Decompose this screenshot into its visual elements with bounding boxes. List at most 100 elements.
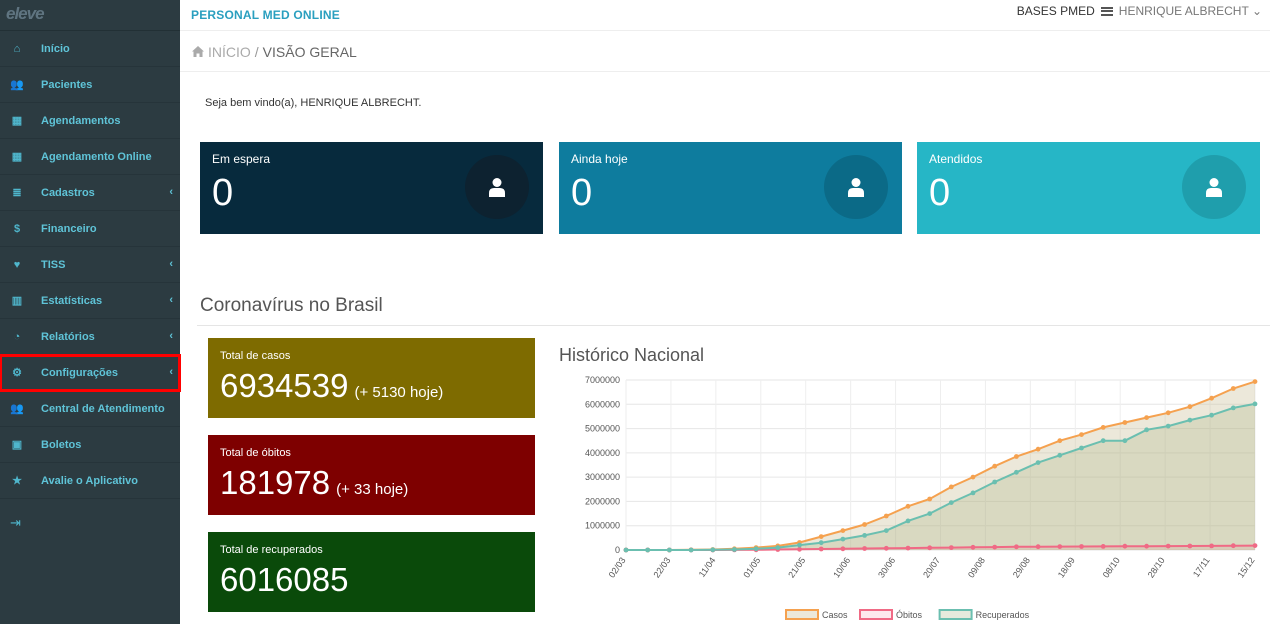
data-point[interactable]	[1100, 544, 1106, 549]
data-point[interactable]	[753, 546, 759, 552]
sidebar-item-relatorios[interactable]: ◔ Relatórios ‹	[0, 319, 180, 355]
sidebar-item-estatisticas[interactable]: ▥ Estatísticas ‹	[0, 283, 180, 319]
data-point[interactable]	[1209, 395, 1214, 401]
data-point[interactable]	[1187, 404, 1193, 410]
data-point[interactable]	[775, 545, 781, 550]
sidebar-item-financeiro[interactable]: $ Financeiro	[0, 211, 180, 247]
data-point[interactable]	[927, 496, 933, 502]
data-point[interactable]	[840, 528, 846, 533]
data-point[interactable]	[710, 547, 716, 553]
data-point[interactable]	[797, 546, 802, 552]
data-point[interactable]	[623, 547, 629, 553]
data-point[interactable]	[1057, 452, 1063, 458]
data-point[interactable]	[905, 518, 911, 524]
data-point[interactable]	[927, 511, 933, 516]
data-point[interactable]	[883, 545, 889, 551]
data-point[interactable]	[1144, 543, 1149, 549]
card-today[interactable]: Ainda hoje 0	[559, 142, 902, 234]
bases-label[interactable]: BASES PMED	[1017, 4, 1095, 18]
collapse-sidebar-button[interactable]: ⇥	[0, 499, 180, 547]
breadcrumb-home[interactable]: INÍCIO	[192, 44, 251, 60]
data-point[interactable]	[970, 474, 976, 480]
data-point[interactable]	[840, 546, 846, 552]
data-point[interactable]	[970, 490, 976, 496]
data-point[interactable]	[1079, 445, 1084, 451]
user-menu[interactable]: HENRIQUE ALBRECHT ⌄	[1119, 4, 1262, 18]
data-point[interactable]	[1079, 432, 1084, 437]
data-point[interactable]	[732, 547, 737, 552]
data-point[interactable]	[927, 545, 933, 551]
sidebar-item-avalie-o-aplicativo[interactable]: ★ Avalie o Aplicativo	[0, 463, 180, 499]
data-point[interactable]	[1144, 427, 1149, 433]
data-point[interactable]	[992, 544, 998, 550]
data-point[interactable]	[905, 503, 911, 509]
data-point[interactable]	[1230, 405, 1236, 411]
data-point[interactable]	[645, 547, 651, 553]
brand-title[interactable]: PERSONAL MED ONLINE	[191, 8, 340, 22]
data-point[interactable]	[948, 500, 954, 505]
legend-label[interactable]: Casos	[822, 610, 848, 620]
data-point[interactable]	[862, 533, 867, 538]
data-point[interactable]	[1252, 401, 1258, 407]
bases-icon[interactable]	[1100, 6, 1113, 16]
data-point[interactable]	[1079, 544, 1084, 549]
data-point[interactable]	[948, 545, 954, 550]
sidebar-item-cadastros[interactable]: ≣ Cadastros ‹	[0, 175, 180, 211]
data-point[interactable]	[883, 528, 889, 533]
data-point[interactable]	[840, 536, 846, 542]
data-point[interactable]	[1252, 379, 1258, 384]
sidebar-item-pacientes[interactable]: 👥 Pacientes	[0, 67, 180, 103]
data-point[interactable]	[1144, 415, 1149, 420]
data-point[interactable]	[1230, 386, 1236, 391]
data-point[interactable]	[1122, 438, 1128, 444]
data-point[interactable]	[1209, 543, 1214, 549]
data-point[interactable]	[1014, 454, 1019, 459]
data-point[interactable]	[1230, 543, 1236, 549]
sidebar-item-agendamentos[interactable]: ▦ Agendamentos	[0, 103, 180, 139]
data-point[interactable]	[992, 463, 998, 469]
data-point[interactable]	[1100, 425, 1106, 430]
data-point[interactable]	[667, 547, 672, 553]
data-point[interactable]	[1122, 543, 1128, 549]
sidebar-item-inicio[interactable]: ⌂ Início	[0, 31, 180, 67]
data-point[interactable]	[948, 484, 954, 490]
data-point[interactable]	[688, 547, 694, 553]
logo[interactable]: eleve	[0, 0, 180, 31]
data-point[interactable]	[1122, 420, 1128, 425]
card-waiting[interactable]: Em espera 0	[200, 142, 543, 234]
sidebar-item-central-de-atendimento[interactable]: 👥 Central de Atendimento	[0, 391, 180, 427]
sidebar-item-boletos[interactable]: ▣ Boletos	[0, 427, 180, 463]
data-point[interactable]	[970, 544, 976, 550]
data-point[interactable]	[1014, 544, 1019, 550]
data-point[interactable]	[1057, 544, 1063, 549]
data-point[interactable]	[1187, 543, 1193, 549]
data-point[interactable]	[1014, 469, 1019, 475]
data-point[interactable]	[1057, 438, 1063, 444]
data-point[interactable]	[1165, 423, 1171, 429]
data-point[interactable]	[1100, 438, 1106, 444]
data-point[interactable]	[862, 546, 867, 551]
legend-label[interactable]: Recuperados	[976, 610, 1030, 620]
data-point[interactable]	[1165, 543, 1171, 549]
data-point[interactable]	[818, 540, 824, 546]
sidebar-item-configuracoes[interactable]: ⚙ Configurações ‹	[0, 354, 181, 392]
data-point[interactable]	[1187, 417, 1193, 423]
legend-swatch[interactable]	[938, 609, 973, 620]
sidebar-item-agendamento-online[interactable]: ▦ Agendamento Online	[0, 139, 180, 175]
data-point[interactable]	[1209, 412, 1214, 418]
data-point[interactable]	[1165, 410, 1171, 416]
card-attended[interactable]: Atendidos 0	[917, 142, 1260, 234]
data-point[interactable]	[862, 522, 867, 527]
data-point[interactable]	[1035, 460, 1041, 465]
data-point[interactable]	[905, 545, 911, 551]
data-point[interactable]	[1035, 544, 1041, 550]
data-point[interactable]	[992, 479, 998, 485]
data-point[interactable]	[883, 513, 889, 519]
legend-swatch[interactable]	[859, 609, 893, 620]
legend-label[interactable]: Óbitos	[896, 610, 923, 620]
data-point[interactable]	[818, 546, 824, 552]
sidebar-item-tiss[interactable]: ♥ TISS ‹	[0, 247, 180, 283]
data-point[interactable]	[1035, 446, 1041, 452]
data-point[interactable]	[818, 534, 824, 539]
legend-swatch[interactable]	[785, 609, 819, 620]
